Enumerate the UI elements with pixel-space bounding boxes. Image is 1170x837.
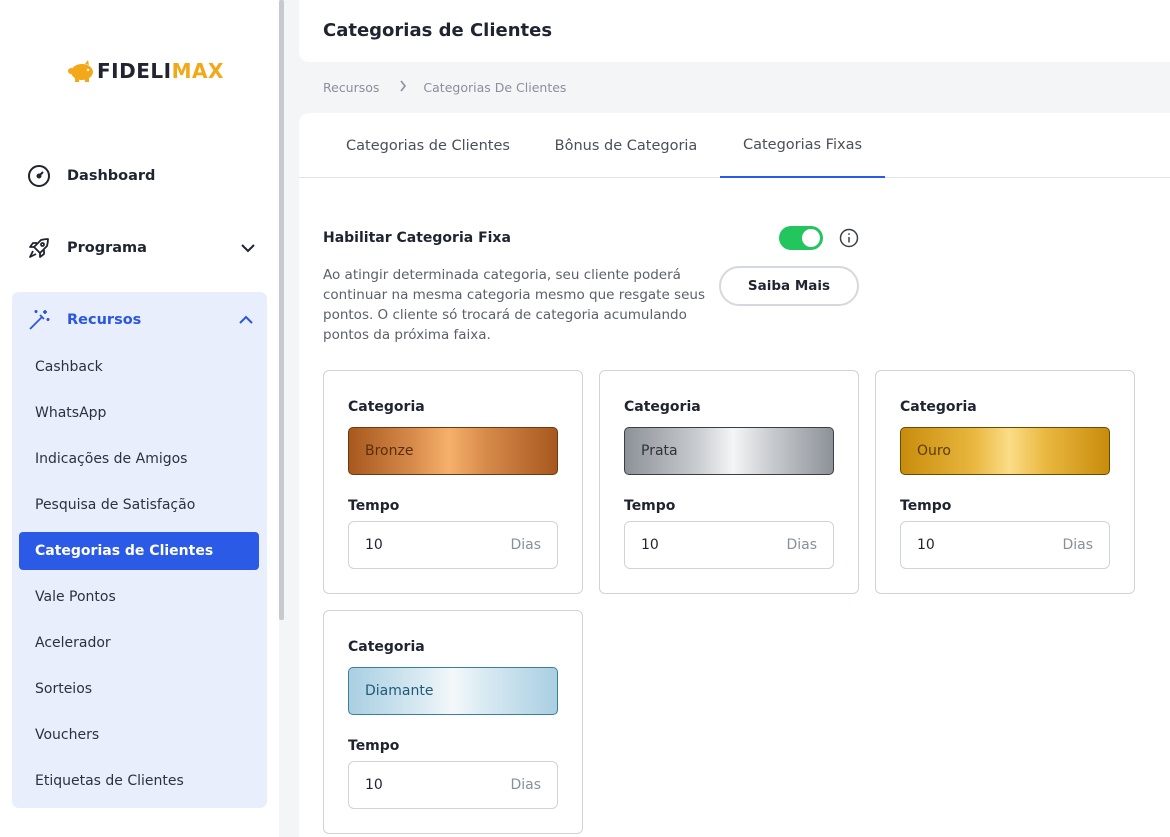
time-unit: Dias: [786, 537, 817, 553]
sidebar-item-vouchers[interactable]: Vouchers: [19, 716, 259, 754]
fixed-description: Ao atingir determinada categoria, seu cl…: [323, 267, 705, 343]
breadcrumb: Recursos Categorias De Clientes: [323, 80, 566, 95]
brand-logo[interactable]: FIDELIMAX: [67, 56, 224, 86]
sidebar-item-etiquetas[interactable]: Etiquetas de Clientes: [19, 762, 259, 800]
toggle-knob: [802, 229, 820, 247]
enable-fixed-toggle[interactable]: [779, 226, 823, 250]
rocket-icon: [26, 235, 52, 261]
sidebar-item-categorias[interactable]: Categorias de Clientes: [19, 532, 259, 570]
sidebar: FIDELIMAX Dashboard Programa Recursos Ca…: [0, 0, 279, 837]
category-card-bronze: Categoria Bronze Tempo 10 Dias: [323, 370, 583, 594]
category-card-prata: Categoria Prata Tempo 10 Dias: [599, 370, 859, 594]
time-value[interactable]: 10: [365, 777, 383, 793]
time-value[interactable]: 10: [365, 537, 383, 553]
category-label: Categoria: [900, 399, 977, 415]
tab-categorias-fixas[interactable]: Categorias Fixas: [720, 113, 885, 178]
nav-programa-label: Programa: [67, 240, 147, 256]
breadcrumb-current: Categorias De Clientes: [423, 80, 567, 95]
time-unit: Dias: [510, 777, 541, 793]
sidebar-item-sorteios[interactable]: Sorteios: [19, 670, 259, 708]
piggy-bank-icon: [68, 60, 93, 82]
page-title: Categorias de Clientes: [323, 20, 553, 41]
logo-text: FIDELIMAX: [97, 59, 224, 83]
time-input-bronze[interactable]: 10 Dias: [348, 521, 558, 569]
nav-dashboard[interactable]: Dashboard: [26, 163, 258, 189]
nav-programa[interactable]: Programa: [26, 235, 258, 261]
time-unit: Dias: [1062, 537, 1093, 553]
time-label: Tempo: [348, 498, 400, 514]
logo-text-part2: MAX: [171, 59, 224, 83]
sidebar-item-whatsapp[interactable]: WhatsApp: [19, 394, 259, 432]
enable-fixed-label: Habilitar Categoria Fixa: [323, 230, 511, 246]
tab-categorias-clientes[interactable]: Categorias de Clientes: [323, 113, 533, 178]
category-swatch-diamante[interactable]: Diamante: [348, 667, 558, 715]
learn-more-button[interactable]: Saiba Mais: [719, 266, 859, 306]
content-card: Categorias de Clientes Bônus de Categori…: [299, 113, 1170, 837]
chevron-down-icon[interactable]: [238, 238, 258, 258]
chevron-right-icon: [399, 80, 407, 95]
sidebar-item-vale-pontos[interactable]: Vale Pontos: [19, 578, 259, 616]
tab-bonus-categoria[interactable]: Bônus de Categoria: [533, 113, 719, 178]
time-input-ouro[interactable]: 10 Dias: [900, 521, 1110, 569]
magic-wand-icon: [26, 307, 52, 333]
category-card-diamante: Categoria Diamante Tempo 10 Dias: [323, 610, 583, 834]
info-icon[interactable]: [839, 228, 859, 248]
category-swatch-ouro[interactable]: Ouro: [900, 427, 1110, 475]
sidebar-item-indicacoes[interactable]: Indicações de Amigos: [19, 440, 259, 478]
breadcrumb-root[interactable]: Recursos: [323, 80, 379, 95]
page-header: Categorias de Clientes: [299, 0, 1170, 62]
category-label: Categoria: [348, 639, 425, 655]
time-label: Tempo: [348, 738, 400, 754]
category-label: Categoria: [348, 399, 425, 415]
time-unit: Dias: [510, 537, 541, 553]
sidebar-item-pesquisa[interactable]: Pesquisa de Satisfação: [19, 486, 259, 524]
category-swatch-prata[interactable]: Prata: [624, 427, 834, 475]
time-label: Tempo: [900, 498, 952, 514]
time-value[interactable]: 10: [641, 537, 659, 553]
category-swatch-bronze[interactable]: Bronze: [348, 427, 558, 475]
time-input-diamante[interactable]: 10 Dias: [348, 761, 558, 809]
sidebar-item-acelerador[interactable]: Acelerador: [19, 624, 259, 662]
time-input-prata[interactable]: 10 Dias: [624, 521, 834, 569]
sidebar-item-cashback[interactable]: Cashback: [19, 348, 259, 386]
time-label: Tempo: [624, 498, 676, 514]
nav-recursos-label: Recursos: [67, 312, 142, 328]
recursos-group: Recursos Cashback WhatsApp Indicações de…: [12, 292, 267, 808]
sidebar-scrollbar[interactable]: [279, 0, 284, 620]
category-label: Categoria: [624, 399, 701, 415]
category-card-ouro: Categoria Ouro Tempo 10 Dias: [875, 370, 1135, 594]
gauge-icon: [26, 163, 52, 189]
nav-recursos[interactable]: Recursos: [26, 307, 256, 333]
logo-text-part1: FIDELI: [97, 59, 172, 83]
nav-dashboard-label: Dashboard: [67, 168, 156, 184]
tab-bar: Categorias de Clientes Bônus de Categori…: [299, 113, 1170, 178]
time-value[interactable]: 10: [917, 537, 935, 553]
chevron-up-icon[interactable]: [236, 310, 256, 330]
